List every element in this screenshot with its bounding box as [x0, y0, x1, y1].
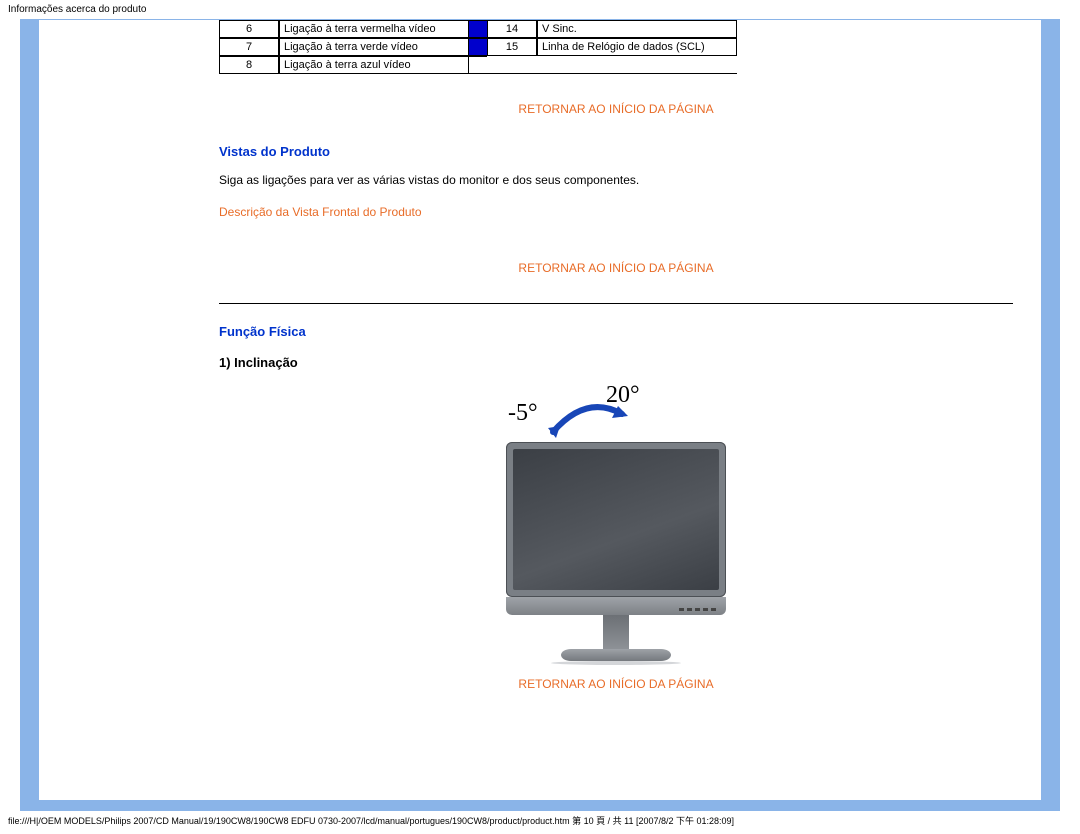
- pin-num: 14: [487, 20, 537, 38]
- bottom-bar: [21, 800, 1059, 810]
- section-divider: [219, 303, 1013, 304]
- return-top-link[interactable]: RETORNAR AO INÍCIO DA PÁGINA: [518, 261, 713, 275]
- monitor-icon: [506, 442, 726, 665]
- pin-num: 6: [219, 20, 279, 38]
- empty-cell: [487, 56, 537, 74]
- pin-desc: V Sinc.: [537, 20, 737, 38]
- pin-desc: Ligação à terra verde vídeo: [279, 38, 469, 56]
- tilt-illustration: -5° 20°: [486, 382, 746, 665]
- content-frame: 6 Ligação à terra vermelha vídeo 14 V Si…: [20, 19, 1060, 811]
- return-top-link[interactable]: RETORNAR AO INÍCIO DA PÁGINA: [518, 102, 713, 116]
- return-top-link[interactable]: RETORNAR AO INÍCIO DA PÁGINA: [518, 677, 713, 691]
- page-header: Informações acerca do produto: [0, 0, 1080, 15]
- table-row: 7 Ligação à terra verde vídeo 15 Linha d…: [219, 38, 1013, 56]
- section-vistas-title: Vistas do Produto: [219, 144, 1013, 159]
- tilt-neg-label: -5°: [508, 400, 538, 427]
- pin-desc: Ligação à terra vermelha vídeo: [279, 20, 469, 38]
- pin-desc: Linha de Relógio de dados (SCL): [537, 38, 737, 56]
- section-funcao-title: Função Física: [219, 324, 1013, 339]
- left-rail: [21, 20, 39, 800]
- file-path-footer: file:///H|/OEM MODELS/Philips 2007/CD Ma…: [0, 811, 1080, 830]
- right-rail: [1041, 20, 1059, 800]
- pin-num: 15: [487, 38, 537, 56]
- inclinacao-subheading: 1) Inclinação: [219, 355, 1013, 370]
- tilt-arrow-icon: [548, 400, 628, 440]
- vistas-text: Siga as ligações para ver as várias vist…: [219, 173, 1013, 187]
- pin-num: 8: [219, 56, 279, 74]
- pin-table: 6 Ligação à terra vermelha vídeo 14 V Si…: [219, 20, 1013, 74]
- table-row: 8 Ligação à terra azul vídeo: [219, 56, 1013, 74]
- pin-desc: Ligação à terra azul vídeo: [279, 56, 469, 74]
- table-gap: [469, 56, 487, 74]
- pin-num: 7: [219, 38, 279, 56]
- empty-cell: [537, 56, 737, 74]
- table-row: 6 Ligação à terra vermelha vídeo 14 V Si…: [219, 20, 1013, 38]
- table-gap: [469, 38, 487, 56]
- front-view-link[interactable]: Descrição da Vista Frontal do Produto: [219, 205, 422, 219]
- table-gap: [469, 20, 487, 38]
